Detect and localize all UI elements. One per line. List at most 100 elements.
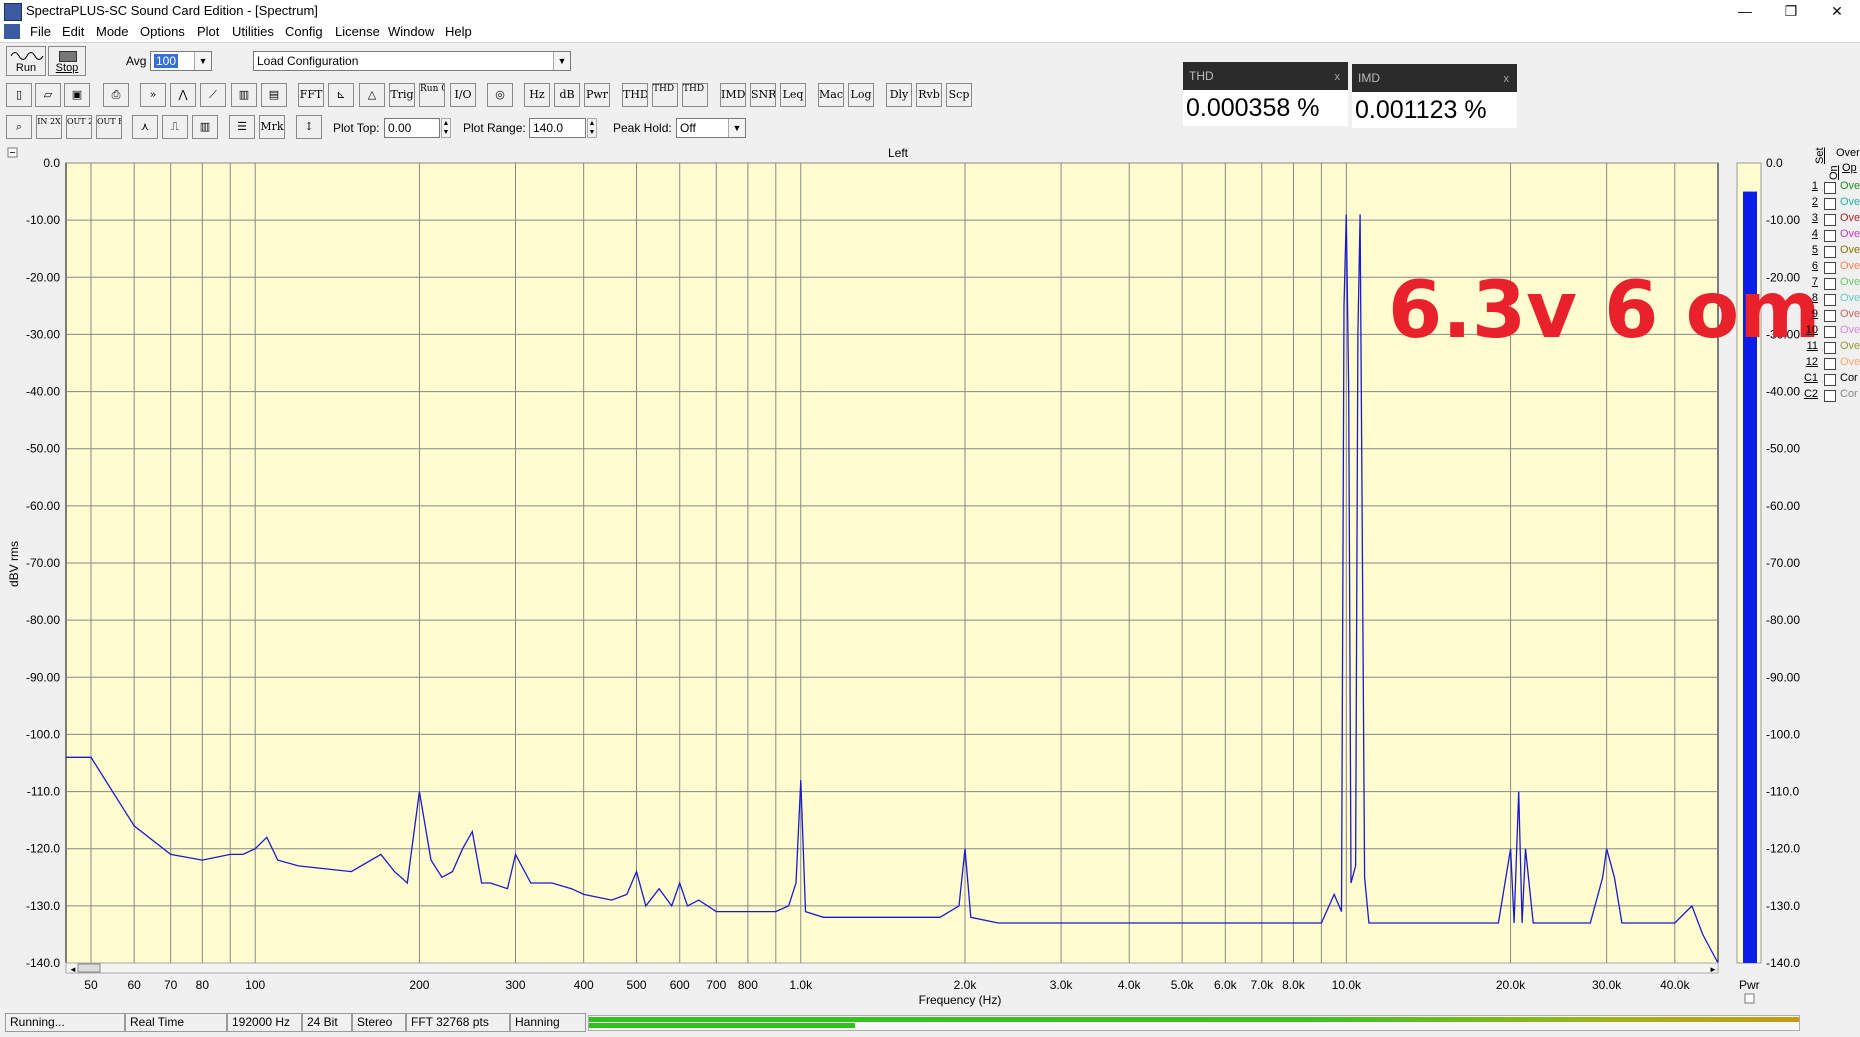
overlay-set-checkbox[interactable]: [1824, 246, 1836, 258]
scrollbar-thumb[interactable]: [77, 963, 101, 973]
menu-license[interactable]: License: [333, 24, 382, 39]
fft-button[interactable]: FFT: [298, 83, 324, 107]
close-button[interactable]: ✕: [1814, 0, 1860, 22]
menu-help[interactable]: Help: [443, 24, 474, 39]
overlay-set-number[interactable]: 12: [1800, 356, 1818, 368]
peak-icon[interactable]: ⋏: [132, 115, 158, 139]
thd-meter[interactable]: THD x 0.000358 %: [1183, 62, 1348, 126]
step-icon[interactable]: ⎍: [162, 115, 188, 139]
overlay-set-label[interactable]: Ove: [1840, 228, 1860, 240]
menu-utilities[interactable]: Utilities: [230, 24, 276, 39]
overlay-set-checkbox[interactable]: [1824, 390, 1836, 402]
waterfall-icon[interactable]: ▤: [261, 83, 287, 107]
imd-meter-close-icon[interactable]: x: [1504, 64, 1510, 94]
overlay-set-number[interactable]: 1: [1800, 180, 1818, 192]
save-icon[interactable]: ▣: [64, 83, 90, 107]
overlay-set-label[interactable]: Ove: [1840, 180, 1860, 192]
overlay-set-label[interactable]: Ove: [1840, 276, 1860, 288]
db-button[interactable]: dB: [554, 83, 580, 107]
overlay-set-checkbox[interactable]: [1824, 278, 1836, 290]
imd-button[interactable]: IMD: [720, 83, 746, 107]
axis-icon[interactable]: ⊾: [328, 83, 354, 107]
overlay-set-checkbox[interactable]: [1824, 230, 1836, 242]
overlay-set-checkbox[interactable]: [1824, 342, 1836, 354]
overlay-set-number[interactable]: 3: [1800, 212, 1818, 224]
overlay-set-number[interactable]: 8: [1800, 292, 1818, 304]
thd-meter-close-icon[interactable]: x: [1335, 62, 1341, 92]
overlay-set-label[interactable]: Ove: [1840, 244, 1860, 256]
overlay-set-number[interactable]: C2: [1800, 388, 1818, 400]
overlay-set-label[interactable]: Ove: [1840, 292, 1860, 304]
open-folder-icon[interactable]: ▱: [35, 83, 61, 107]
menu-file[interactable]: File: [28, 24, 53, 39]
overlay-set-number[interactable]: 5: [1800, 244, 1818, 256]
spectrum-peak-icon[interactable]: ⋀: [170, 83, 196, 107]
peak-hold-select[interactable]: Off ▼: [676, 118, 746, 138]
overlay-set-checkbox[interactable]: [1824, 198, 1836, 210]
scp-button[interactable]: Scp: [946, 83, 972, 107]
imd-meter[interactable]: IMD x 0.001123 %: [1352, 64, 1517, 128]
thd-n-button[interactable]: THD +N: [652, 83, 678, 107]
plot-top-spinner[interactable]: ▲ ▼: [441, 118, 451, 138]
overlay-set-checkbox[interactable]: [1824, 358, 1836, 370]
new-file-icon[interactable]: ▯: [6, 83, 32, 107]
overlay-set-checkbox[interactable]: [1824, 214, 1836, 226]
restore-button[interactable]: ❐: [1768, 0, 1814, 22]
menu-plot[interactable]: Plot: [195, 24, 221, 39]
scroll-left-icon[interactable]: ◄: [69, 965, 77, 974]
overlay-set-label[interactable]: Ove: [1840, 340, 1860, 352]
overlay-set-label[interactable]: Cor: [1840, 372, 1858, 384]
snr-button[interactable]: SNR: [750, 83, 776, 107]
octave-bars-icon[interactable]: ▥: [192, 115, 218, 139]
thd-button[interactable]: THD: [622, 83, 648, 107]
overlay-set-checkbox[interactable]: [1824, 326, 1836, 338]
plot-range-input[interactable]: 140.0: [529, 118, 586, 138]
mac-button[interactable]: Mac: [818, 83, 844, 107]
run-ctrl-button[interactable]: Run Ctrl: [419, 83, 445, 107]
thd-freq-button[interactable]: THD Freq: [682, 83, 708, 107]
ramp-wave-icon[interactable]: ⟋: [200, 83, 226, 107]
menu-options[interactable]: Options: [138, 24, 187, 39]
overlay-set-number[interactable]: 4: [1800, 228, 1818, 240]
overlay-set-checkbox[interactable]: [1824, 262, 1836, 274]
leq-button[interactable]: Leq: [780, 83, 806, 107]
overlay-set-number[interactable]: C1: [1800, 372, 1818, 384]
overlay-set-number[interactable]: 11: [1800, 340, 1818, 352]
overlay-set-number[interactable]: 9: [1800, 308, 1818, 320]
zoom-out-full-button[interactable]: OUT FULL: [96, 115, 122, 139]
plot-top-input[interactable]: 0.00: [384, 118, 440, 138]
menu-window[interactable]: Window: [386, 24, 436, 39]
vertical-scale-icon[interactable]: ↕: [296, 115, 322, 139]
pwr-collapse-icon[interactable]: [1744, 993, 1755, 1004]
scroll-right-icon[interactable]: ►: [1709, 965, 1717, 974]
overlay-set-number[interactable]: 7: [1800, 276, 1818, 288]
print-icon[interactable]: ⎙: [103, 83, 129, 107]
minimize-button[interactable]: —: [1722, 0, 1768, 22]
avg-select[interactable]: 100 ▼: [150, 51, 212, 71]
overlay-set-checkbox[interactable]: [1824, 374, 1836, 386]
load-configuration-select[interactable]: Load Configuration ▼: [253, 51, 571, 71]
overlay-set-label[interactable]: Ove: [1840, 308, 1860, 320]
overlay-set-number[interactable]: 2: [1800, 196, 1818, 208]
horizontal-scrollbar[interactable]: [65, 962, 1719, 974]
menu-mode[interactable]: Mode: [94, 24, 131, 39]
plot-range-spinner[interactable]: ▲ ▼: [587, 118, 597, 138]
mdi-child-icon[interactable]: [4, 24, 20, 39]
pwr-button[interactable]: Pwr: [584, 83, 610, 107]
overlay-set-checkbox[interactable]: [1824, 294, 1836, 306]
overlay-set-number[interactable]: 6: [1800, 260, 1818, 272]
zoom-icon[interactable]: ⌕: [6, 115, 32, 139]
app-icon[interactable]: [4, 3, 22, 21]
zoom-in-2x-button[interactable]: IN 2X: [36, 115, 62, 139]
overlay-set-label[interactable]: Ove: [1840, 212, 1860, 224]
menu-config[interactable]: Config: [283, 24, 325, 39]
stop-button[interactable]: Stop: [48, 46, 86, 76]
overlay-set-checkbox[interactable]: [1824, 310, 1836, 322]
run-button[interactable]: Run: [6, 46, 46, 76]
overlay-set-number[interactable]: 10: [1800, 324, 1818, 336]
overlay-set-label[interactable]: Ove: [1840, 196, 1860, 208]
triangle-icon[interactable]: △: [359, 83, 385, 107]
zoom-out-2x-button[interactable]: OUT 2X: [66, 115, 92, 139]
bars-icon[interactable]: ▥: [231, 83, 257, 107]
log-button[interactable]: Log: [848, 83, 874, 107]
